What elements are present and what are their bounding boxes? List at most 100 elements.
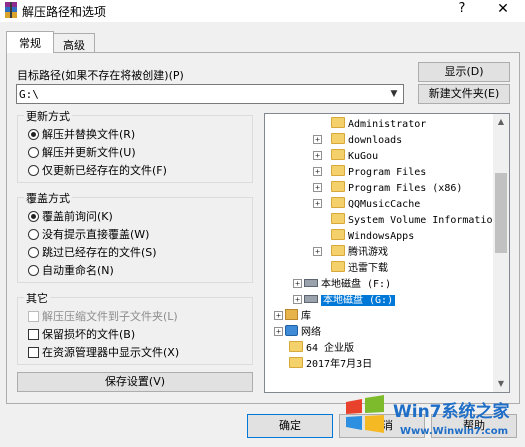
expand-icon[interactable]: + <box>313 199 322 208</box>
radio-off-icon[interactable] <box>28 147 39 158</box>
tree-item-label: 64 企业版 <box>306 343 355 354</box>
radio-replace[interactable]: 解压并替换文件(R) <box>28 126 135 142</box>
ok-button[interactable]: 确定 <box>247 414 333 438</box>
library-icon <box>285 309 298 320</box>
expand-icon[interactable]: + <box>274 311 283 320</box>
expand-icon[interactable]: + <box>293 279 302 288</box>
tree-item-label: 迅雷下载 <box>348 263 388 274</box>
expand-icon[interactable]: + <box>313 183 322 192</box>
folder-icon <box>331 213 345 224</box>
radio-label: 仅更新已经存在的文件(F) <box>42 164 167 177</box>
radio-on-icon[interactable] <box>28 211 39 222</box>
radio-off-icon[interactable] <box>28 265 39 276</box>
tab-general[interactable]: 常规 <box>6 31 54 53</box>
folder-icon <box>331 133 345 144</box>
checkbox-label: 解压压缩文件到子文件夹(L) <box>42 310 178 323</box>
path-combobox[interactable]: ▼ <box>16 84 404 104</box>
expand-icon[interactable]: + <box>313 135 322 144</box>
tree-item-drive-f[interactable]: + 本地磁盘 (F:) <box>293 277 391 293</box>
close-icon[interactable]: ✕ <box>492 1 514 19</box>
tree-item[interactable]: + downloads <box>313 133 402 149</box>
network-icon <box>285 325 298 336</box>
tree-item-label: QQMusicCache <box>348 199 421 210</box>
misc-title: 其它 <box>24 290 50 306</box>
tree-item[interactable]: + Program Files <box>313 165 426 181</box>
tree-item-label: 网络 <box>301 327 321 338</box>
tab-advanced[interactable]: 高级 <box>53 33 95 53</box>
radio-update[interactable]: 解压并更新文件(U) <box>28 144 136 160</box>
show-button[interactable]: 显示(D) <box>418 62 510 82</box>
tree-item[interactable]: Administrator <box>331 117 426 133</box>
tree-item[interactable]: + QQMusicCache <box>313 197 420 213</box>
tree-item[interactable]: + KuGou <box>313 149 378 165</box>
radio-skip[interactable]: 跳过已经存在的文件(S) <box>28 244 157 260</box>
expand-icon[interactable]: + <box>313 247 322 256</box>
folder-icon <box>289 341 303 352</box>
folder-icon <box>331 181 345 192</box>
radio-label: 解压并更新文件(U) <box>42 146 136 159</box>
title-help-button[interactable]: ? <box>452 1 472 19</box>
radio-rename[interactable]: 自动重命名(N) <box>28 262 114 278</box>
tree-item-label: Administrator <box>348 119 427 130</box>
folder-icon <box>331 165 345 176</box>
radio-label: 覆盖前询问(K) <box>42 210 113 223</box>
tree-item-label: Program Files <box>348 167 427 178</box>
tree-item[interactable]: 64 企业版 <box>289 341 354 357</box>
radio-overwrite[interactable]: 没有提示直接覆盖(W) <box>28 226 149 242</box>
tree-item[interactable]: + Program Files (x86) <box>313 181 462 197</box>
checkbox-show-in-explorer[interactable]: 在资源管理器中显示文件(X) <box>28 344 179 360</box>
scroll-thumb[interactable] <box>495 173 507 253</box>
expand-icon[interactable]: + <box>313 167 322 176</box>
checkbox-icon[interactable] <box>28 329 39 340</box>
folder-icon <box>331 245 345 256</box>
checkbox-icon[interactable] <box>28 311 39 322</box>
watermark-url: Www.Winwin7.com <box>400 426 509 437</box>
radio-label: 跳过已经存在的文件(S) <box>42 246 157 259</box>
tree-item-label: System Volume Informatio <box>348 215 493 226</box>
radio-on-icon[interactable] <box>28 129 39 140</box>
tree-item-label: 本地磁盘 (F:) <box>321 279 392 290</box>
winrar-app-icon <box>5 2 17 18</box>
tree-item-label: Program Files (x86) <box>348 183 463 194</box>
folder-icon <box>331 197 345 208</box>
tree-scrollbar[interactable]: ▲ <box>493 114 509 392</box>
radio-label: 解压并替换文件(R) <box>42 128 136 141</box>
checkbox-label: 在资源管理器中显示文件(X) <box>42 346 180 359</box>
tree-item[interactable]: WindowsApps <box>331 229 414 245</box>
tree-item-label: 2017年7月3日 <box>306 359 373 370</box>
tree-item[interactable]: System Volume Informatio <box>331 213 493 229</box>
chevron-down-icon[interactable]: ▼ <box>385 85 403 103</box>
radio-off-icon[interactable] <box>28 229 39 240</box>
tree-item-network[interactable]: + 网络 <box>274 325 321 341</box>
folder-tree[interactable]: Administrator + downloads + KuGou + Program… <box>264 113 510 393</box>
expand-icon[interactable]: + <box>313 151 322 160</box>
radio-off-icon[interactable] <box>28 165 39 176</box>
tree-item[interactable]: 迅雷下载 <box>331 261 388 277</box>
update-mode-title: 更新方式 <box>24 108 72 124</box>
tree-item-label: downloads <box>348 135 403 146</box>
scroll-down-icon[interactable]: ▼ <box>493 376 509 392</box>
scroll-up-icon[interactable]: ▲ <box>493 114 509 130</box>
checkbox-icon[interactable] <box>28 347 39 358</box>
tree-item[interactable]: + 腾讯游戏 <box>313 245 388 261</box>
tree-item-label-selected: 本地磁盘 (G:) <box>321 295 396 306</box>
radio-ask[interactable]: 覆盖前询问(K) <box>28 208 113 224</box>
expand-icon[interactable]: + <box>293 295 302 304</box>
tree-item[interactable]: 2017年7月3日 <box>289 357 372 373</box>
path-input[interactable] <box>19 86 379 102</box>
folder-icon <box>289 357 303 368</box>
folder-icon <box>331 261 345 272</box>
tree-item-library[interactable]: + 库 <box>274 309 311 325</box>
expand-icon[interactable]: + <box>274 327 283 336</box>
window-title: 解压路径和选项 <box>22 5 107 19</box>
radio-off-icon[interactable] <box>28 247 39 258</box>
tree-item-label: 腾讯游戏 <box>348 247 388 258</box>
new-folder-button[interactable]: 新建文件夹(E) <box>418 84 510 104</box>
checkbox-extract-subfolder[interactable]: 解压压缩文件到子文件夹(L) <box>28 308 178 324</box>
save-settings-button[interactable]: 保存设置(V) <box>17 372 253 392</box>
tree-item-label: WindowsApps <box>348 231 415 242</box>
radio-freshen[interactable]: 仅更新已经存在的文件(F) <box>28 162 167 178</box>
tree-item-drive-g[interactable]: + 本地磁盘 (G:) <box>293 293 396 309</box>
radio-label: 自动重命名(N) <box>42 264 114 277</box>
checkbox-keep-broken[interactable]: 保留损坏的文件(B) <box>28 326 135 342</box>
